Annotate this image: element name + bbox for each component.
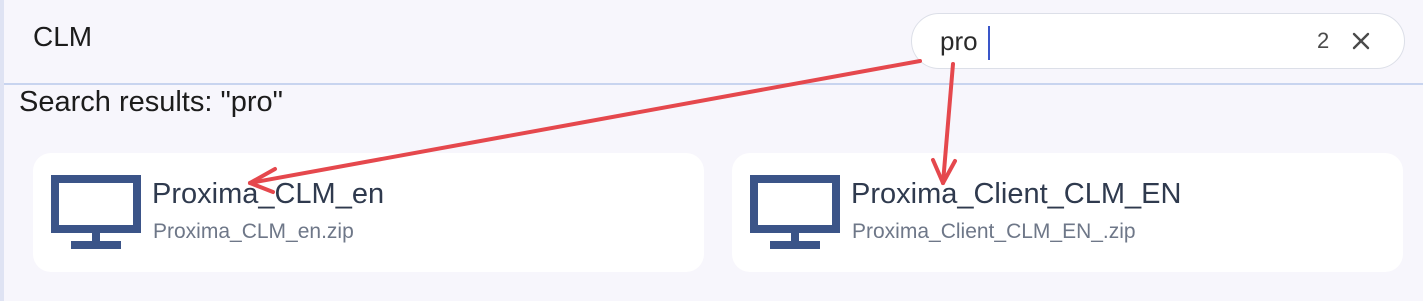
top-bar: CLM 2: [4, 0, 1423, 85]
result-filename: Proxima_Client_CLM_EN_.zip: [852, 220, 1136, 243]
monitor-icon: [51, 175, 141, 249]
app-title: CLM: [33, 21, 93, 52]
monitor-icon: [750, 175, 840, 249]
search-results-title: Search results: "pro": [19, 86, 283, 118]
result-name: Proxima_CLM_en: [152, 178, 385, 210]
text-caret: [988, 26, 990, 60]
close-icon[interactable]: [1347, 27, 1375, 55]
search-result-count: 2: [1317, 28, 1330, 53]
result-card[interactable]: Proxima_CLM_en Proxima_CLM_en.zip: [33, 153, 704, 272]
result-name: Proxima_Client_CLM_EN: [851, 178, 1182, 210]
result-filename: Proxima_CLM_en.zip: [153, 220, 354, 243]
search-box[interactable]: 2: [911, 13, 1405, 69]
result-card[interactable]: Proxima_Client_CLM_EN Proxima_Client_CLM…: [732, 153, 1403, 272]
search-input[interactable]: [940, 24, 1300, 58]
